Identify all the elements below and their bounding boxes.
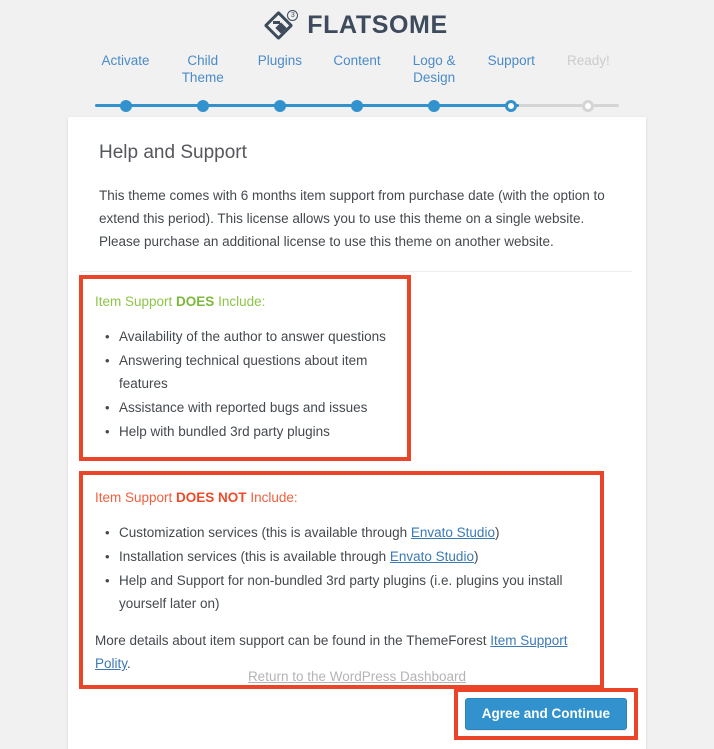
does-not-include-heading: Item Support DOES NOT Include: [95,488,588,507]
step-dot-row [87,99,627,113]
envato-studio-link-2[interactable]: Envato Studio [390,549,474,564]
step-label-logo-design[interactable]: Logo & Design [396,52,473,86]
step-dot-content[interactable] [350,100,363,112]
support-card: Help and Support This theme comes with 6… [68,117,646,749]
highlight-box-does-not-include: Item Support DOES NOT Include: Customiza… [79,471,604,689]
list-item: Answering technical questions about item… [105,349,395,395]
does-not-heading-suffix: Include: [246,490,298,505]
step-label-content[interactable]: Content [318,52,395,86]
more-details-before: More details about item support can be f… [95,633,491,648]
does-include-list: Availability of the author to answer que… [95,325,395,443]
list-item: Assistance with reported bugs and issues [105,396,395,419]
page-title: Help and Support [99,142,247,163]
does-heading-strong: DOES [176,294,215,309]
step-label-plugins[interactable]: Plugins [241,52,318,86]
envato-studio-link-1[interactable]: Envato Studio [411,525,495,540]
step-dot-support[interactable] [505,100,518,112]
logo-version-badge: 3 [287,9,299,21]
agree-and-continue-button[interactable]: Agree and Continue [464,698,627,730]
does-heading-suffix: Include: [214,294,266,309]
list-item: Help and Support for non-bundled 3rd par… [105,569,588,615]
item2-text-after: ) [473,549,479,564]
does-not-heading-strong: DOES NOT [176,490,247,505]
setup-step-indicator: Activate Child Theme Plugins Content Log… [87,52,627,114]
step-label-support[interactable]: Support [473,52,550,86]
list-item: Customization services (this is availabl… [105,521,588,544]
does-include-heading: Item Support DOES Include: [95,292,395,311]
does-not-include-list: Customization services (this is availabl… [95,521,588,615]
return-to-dashboard-link[interactable]: Return to the WordPress Dashboard [248,669,466,684]
does-heading-prefix: Item Support [95,294,177,309]
list-item: Availability of the author to answer que… [105,325,395,348]
does-not-heading-prefix: Item Support [95,490,177,505]
step-dot-ready [582,100,595,112]
step-label-ready: Ready! [567,53,610,68]
list-item: Installation services (this is available… [105,545,588,568]
step-label-row: Activate Child Theme Plugins Content Log… [87,52,627,86]
step-dot-plugins[interactable] [273,100,286,112]
item1-text-after: ) [494,525,500,540]
list-item: Help with bundled 3rd party plugins [105,420,395,443]
item1-text-before: Customization services (this is availabl… [119,525,411,540]
highlight-box-agree-button: Agree and Continue [453,688,638,740]
step-dot-child-theme[interactable] [196,100,209,112]
brand-name: FLATSOME [307,11,448,39]
highlight-box-does-include: Item Support DOES Include: Availability … [79,275,411,461]
brand-header: 3 FLATSOME [0,0,714,44]
step-label-child-theme[interactable]: Child Theme [164,52,241,86]
step-label-activate[interactable]: Activate [87,52,164,86]
card-actions: Agree and Continue [88,688,638,740]
step-dot-logo-design[interactable] [428,100,441,112]
step-progress-track [87,99,627,113]
item2-text-before: Installation services (this is available… [119,549,390,564]
intro-paragraph: This theme comes with 6 months item supp… [99,188,605,249]
footer: Return to the WordPress Dashboard [0,668,714,686]
step-dot-activate[interactable] [119,100,132,112]
section-divider [80,271,632,272]
flatsome-diamond-icon: 3 [263,9,300,42]
